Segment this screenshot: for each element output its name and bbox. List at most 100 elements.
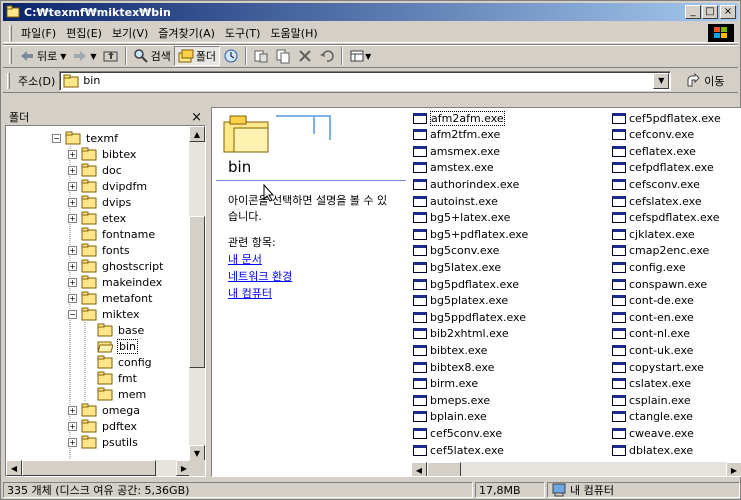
file-item[interactable]: bg5latex.exe [413, 259, 501, 275]
file-item[interactable]: bibtex.exe [413, 342, 487, 358]
back-button[interactable]: 뒤로 ▼ [16, 46, 69, 66]
menu-help[interactable]: 도움말(H) [265, 25, 322, 41]
folder-horizontal-scrollbar[interactable]: ◀ ▶ [6, 460, 192, 476]
copy-to-button[interactable] [272, 46, 294, 66]
file-item[interactable]: bg5pdflatex.exe [413, 276, 519, 292]
scroll-thumb[interactable] [189, 216, 205, 368]
file-item[interactable]: bg5ppdflatex.exe [413, 309, 526, 325]
expand-icon[interactable]: + [68, 149, 77, 159]
forward-button[interactable]: ▼ [69, 46, 99, 66]
file-item[interactable]: cef5latex.exe [413, 442, 504, 458]
link-my-computer[interactable]: 내 컴퓨터 [228, 285, 272, 301]
back-dropdown-icon[interactable]: ▼ [60, 52, 66, 61]
tree-item-doc[interactable]: + doc [68, 162, 123, 178]
expand-icon[interactable]: + [68, 181, 77, 191]
file-item[interactable]: afm2tfm.exe [413, 127, 500, 143]
file-item[interactable]: cef5conv.exe [413, 425, 502, 441]
minimize-button[interactable]: _ [685, 5, 701, 19]
scroll-up-button[interactable]: ▲ [189, 126, 205, 142]
file-item[interactable]: cef5pdflatex.exe [612, 110, 721, 126]
folders-button[interactable]: 폴더 [173, 46, 221, 66]
link-my-documents[interactable]: 내 문서 [228, 251, 262, 267]
views-button[interactable]: ▼ [346, 46, 374, 66]
maximize-button[interactable]: □ [702, 5, 718, 19]
move-to-button[interactable] [250, 46, 272, 66]
file-item[interactable]: cmap2enc.exe [612, 243, 709, 259]
expand-icon[interactable]: + [68, 197, 77, 207]
search-button[interactable]: 검색 [130, 46, 174, 66]
tree-item-dvips[interactable]: + dvips [68, 194, 132, 210]
menu-file[interactable]: 파일(F) [16, 25, 61, 41]
views-dropdown-icon[interactable]: ▼ [365, 52, 371, 61]
file-item[interactable]: cefpdflatex.exe [612, 160, 714, 176]
tree-item-psutils[interactable]: + psutils [68, 434, 139, 450]
expand-icon[interactable]: + [68, 165, 77, 175]
file-item[interactable]: dblatex.exe [612, 442, 693, 458]
file-item[interactable]: cont-uk.exe [612, 342, 693, 358]
tree-item-config[interactable]: config [84, 354, 153, 370]
file-item[interactable]: afm2afm.exe [413, 110, 505, 126]
files-scroll-left-button[interactable]: ◀ [411, 462, 427, 476]
file-item[interactable]: copystart.exe [612, 359, 704, 375]
expand-icon[interactable]: + [68, 245, 77, 255]
file-item[interactable]: amsmex.exe [413, 143, 500, 159]
tree-item-fmt[interactable]: fmt [84, 370, 138, 386]
tree-item-makeindex[interactable]: + makeindex [68, 274, 163, 290]
folder-tree[interactable]: − texmf + bibtex + doc + dvipdfm + dvips + etex font… [5, 125, 206, 477]
scroll-left-button[interactable]: ◀ [6, 460, 22, 476]
file-item[interactable]: cjklatex.exe [612, 226, 695, 242]
files-hscroll-thumb[interactable] [427, 462, 461, 476]
collapse-icon[interactable]: − [52, 133, 61, 143]
expand-icon[interactable]: + [68, 437, 77, 447]
menu-edit[interactable]: 편집(E) [61, 25, 107, 41]
expand-icon[interactable]: + [68, 405, 77, 415]
file-item[interactable]: cefsconv.exe [612, 176, 700, 192]
menu-tools[interactable]: 도구(T) [220, 25, 266, 41]
expand-icon[interactable]: + [68, 261, 77, 271]
expand-icon[interactable]: + [68, 293, 77, 303]
toolbar-grip[interactable] [9, 48, 12, 64]
menu-view[interactable]: 보기(V) [107, 25, 153, 41]
tree-item-bin[interactable]: bin [84, 338, 139, 354]
file-item[interactable]: csplain.exe [612, 392, 691, 408]
expand-icon[interactable]: + [68, 277, 77, 287]
file-item[interactable]: bg5platex.exe [413, 293, 508, 309]
files-horizontal-scrollbar[interactable]: ◀ ▶ [411, 462, 741, 476]
tree-item-bibtex[interactable]: + bibtex [68, 146, 137, 162]
tree-item-mem[interactable]: mem [84, 386, 147, 402]
go-button[interactable]: 이동 [685, 72, 725, 89]
close-button[interactable]: × [720, 5, 736, 19]
file-item[interactable]: config.exe [612, 259, 686, 275]
folder-vertical-scrollbar[interactable]: ▲ ▼ [189, 126, 205, 461]
address-input[interactable]: bin ▼ [59, 70, 672, 91]
expand-icon[interactable]: + [68, 213, 77, 223]
file-item[interactable]: ctangle.exe [612, 409, 693, 425]
tree-item-fonts[interactable]: + fonts [68, 242, 131, 258]
file-item[interactable]: cefconv.exe [612, 127, 694, 143]
forward-dropdown-icon[interactable]: ▼ [90, 52, 96, 61]
file-item[interactable]: bmeps.exe [413, 392, 490, 408]
expand-icon[interactable]: + [68, 421, 77, 431]
tree-item-metafont[interactable]: + metafont [68, 290, 153, 306]
file-item[interactable]: bg5conv.exe [413, 243, 499, 259]
file-list[interactable]: afm2afm.exe afm2tfm.exe amsmex.exe amstex.e… [411, 108, 741, 462]
file-item[interactable]: bib2xhtml.exe [413, 326, 509, 342]
tree-item-texmf[interactable]: − texmf [52, 130, 119, 146]
folder-pane-close-button[interactable]: × [191, 110, 202, 125]
files-scroll-right-button[interactable]: ▶ [726, 462, 741, 476]
file-item[interactable]: bibtex8.exe [413, 359, 494, 375]
file-item[interactable]: authorindex.exe [413, 176, 519, 192]
tree-item-pdftex[interactable]: + pdftex [68, 418, 138, 434]
content-pane[interactable]: bin 아이콘을 선택하면 설명을 볼 수 있 습니다. 관련 항목: 내 문서… [211, 107, 741, 477]
title-bar[interactable]: C:₩texmf₩miktex₩bin _ □ × [3, 3, 738, 21]
tree-item-omega[interactable]: + omega [68, 402, 141, 418]
file-item[interactable]: birm.exe [413, 376, 478, 392]
file-item[interactable]: autoinst.exe [413, 193, 498, 209]
address-grip[interactable] [7, 72, 10, 89]
file-item[interactable]: cefslatex.exe [612, 193, 702, 209]
file-item[interactable]: conspawn.exe [612, 276, 707, 292]
hscroll-thumb[interactable] [22, 460, 156, 476]
file-item[interactable]: cefspdflatex.exe [612, 210, 719, 226]
collapse-icon[interactable]: − [68, 309, 77, 319]
file-item[interactable]: cslatex.exe [612, 376, 691, 392]
